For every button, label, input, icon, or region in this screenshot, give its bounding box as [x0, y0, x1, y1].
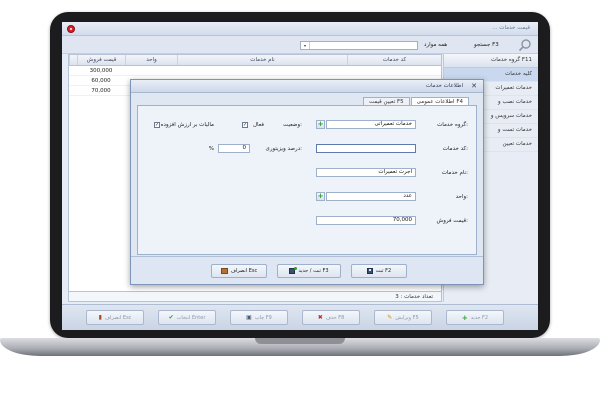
check-icon: ✔ — [168, 314, 174, 321]
grid-rownum-header — [69, 55, 77, 65]
exit-door-icon — [220, 268, 228, 274]
table-row[interactable]: 300,000 — [69, 66, 441, 76]
group-field[interactable]: خدمات تعمیراتی — [326, 120, 416, 129]
column-header-unit[interactable]: واحد — [125, 55, 177, 65]
name-field[interactable]: اجرت تعمیرات — [316, 168, 416, 177]
group-label: گروه خدمات: — [437, 122, 468, 128]
grid-footer: تعداد خدمات : 3 — [69, 291, 441, 301]
active-label: فعال — [253, 122, 264, 128]
pencil-icon: ✎ — [387, 314, 393, 321]
new-button[interactable]: + جدید F2 — [446, 310, 504, 325]
discount-label: درصد ویزیتوری: — [265, 146, 302, 152]
exit-icon: ▮ — [98, 314, 102, 321]
general-info-panel: گروه خدمات: خدمات تعمیراتی + کد خدمات: ن… — [137, 105, 477, 255]
grid-header: قیمت فروش واحد نام خدمات کد خدمات — [69, 55, 441, 66]
search-bar: ▾ همه موارد جستجو F3 — [62, 36, 538, 54]
code-field[interactable] — [316, 144, 416, 153]
record-count: تعداد خدمات : 3 — [395, 294, 433, 300]
close-icon[interactable]: ✕ — [471, 82, 477, 90]
group-add-icon[interactable]: + — [316, 120, 325, 129]
window-title: ... قیمت خدمات — [492, 25, 530, 31]
title-bar: ... قیمت خدمات — [62, 22, 538, 36]
price-label: قیمت فروش: — [436, 218, 468, 224]
select-button[interactable]: ✔ انتخاب Enter — [158, 310, 216, 325]
dialog-footer: انصراف Esc ثبت / جدید F3 ثبت F2 — [131, 256, 483, 284]
laptop-notch — [255, 338, 345, 344]
column-header-name[interactable]: نام خدمات — [177, 55, 347, 65]
bottom-toolbar: ▮ انصراف Esc ✔ انتخاب Enter ▣ چاپ F9 ✖ ح… — [62, 304, 538, 330]
vat-label: مالیات بر ارزش افزوده — [160, 122, 214, 128]
plus-icon: + — [461, 313, 468, 322]
cell-price: 300,000 — [89, 68, 113, 74]
search-icon[interactable] — [518, 38, 532, 52]
exit-button[interactable]: ▮ انصراف Esc — [86, 310, 144, 325]
column-header-code[interactable]: کد خدمات — [347, 55, 441, 65]
status-label: وضعیت: — [283, 122, 302, 128]
delete-icon: ✖ — [317, 314, 323, 321]
column-header-price[interactable]: قیمت فروش — [77, 55, 125, 65]
percent-sign: % — [208, 146, 214, 152]
active-checkbox[interactable]: ✓ — [242, 122, 248, 128]
vat-checkbox[interactable]: ✓ — [154, 122, 160, 128]
cell-price: 60,000 — [91, 78, 111, 84]
edit-button[interactable]: ✎ ویرایش F5 — [374, 310, 432, 325]
app-window: ... قیمت خدمات ▾ همه موارد جستجو F3 قیمت… — [62, 22, 538, 330]
save-new-icon — [289, 267, 298, 274]
search-label: جستجو F3 — [474, 42, 499, 48]
code-label: کد خدمات: — [442, 146, 468, 152]
save-new-button[interactable]: ثبت / جدید F3 — [277, 264, 341, 278]
groups-header: گروه خدمات F11 — [444, 54, 538, 68]
unit-field[interactable]: عدد — [326, 192, 416, 201]
name-label: نام خدمات: — [441, 170, 468, 176]
print-button[interactable]: ▣ چاپ F9 — [230, 310, 288, 325]
save-button[interactable]: ثبت F2 — [351, 264, 407, 278]
search-input[interactable]: ▾ — [300, 41, 418, 50]
search-scope[interactable]: همه موارد — [424, 42, 447, 48]
service-info-dialog: اطلاعات خدمات ✕ اطلاعات عمومی F4 تعیین ق… — [130, 79, 484, 285]
dialog-title: اطلاعات خدمات — [425, 83, 463, 89]
cell-price: 70,000 — [91, 88, 111, 94]
floppy-disk-icon — [366, 268, 373, 274]
price-field[interactable]: 70,000 — [316, 216, 416, 225]
chevron-down-icon[interactable]: ▾ — [301, 42, 310, 49]
dialog-title-bar: اطلاعات خدمات ✕ — [131, 80, 483, 93]
unit-add-icon[interactable]: + — [316, 192, 325, 201]
printer-icon: ▣ — [246, 314, 252, 321]
discount-field[interactable]: 0 — [218, 144, 250, 153]
app-logo-icon — [67, 25, 75, 33]
delete-button[interactable]: ✖ حذف F8 — [302, 310, 360, 325]
unit-label: واحد: — [455, 194, 468, 200]
cancel-button[interactable]: انصراف Esc — [211, 264, 267, 278]
